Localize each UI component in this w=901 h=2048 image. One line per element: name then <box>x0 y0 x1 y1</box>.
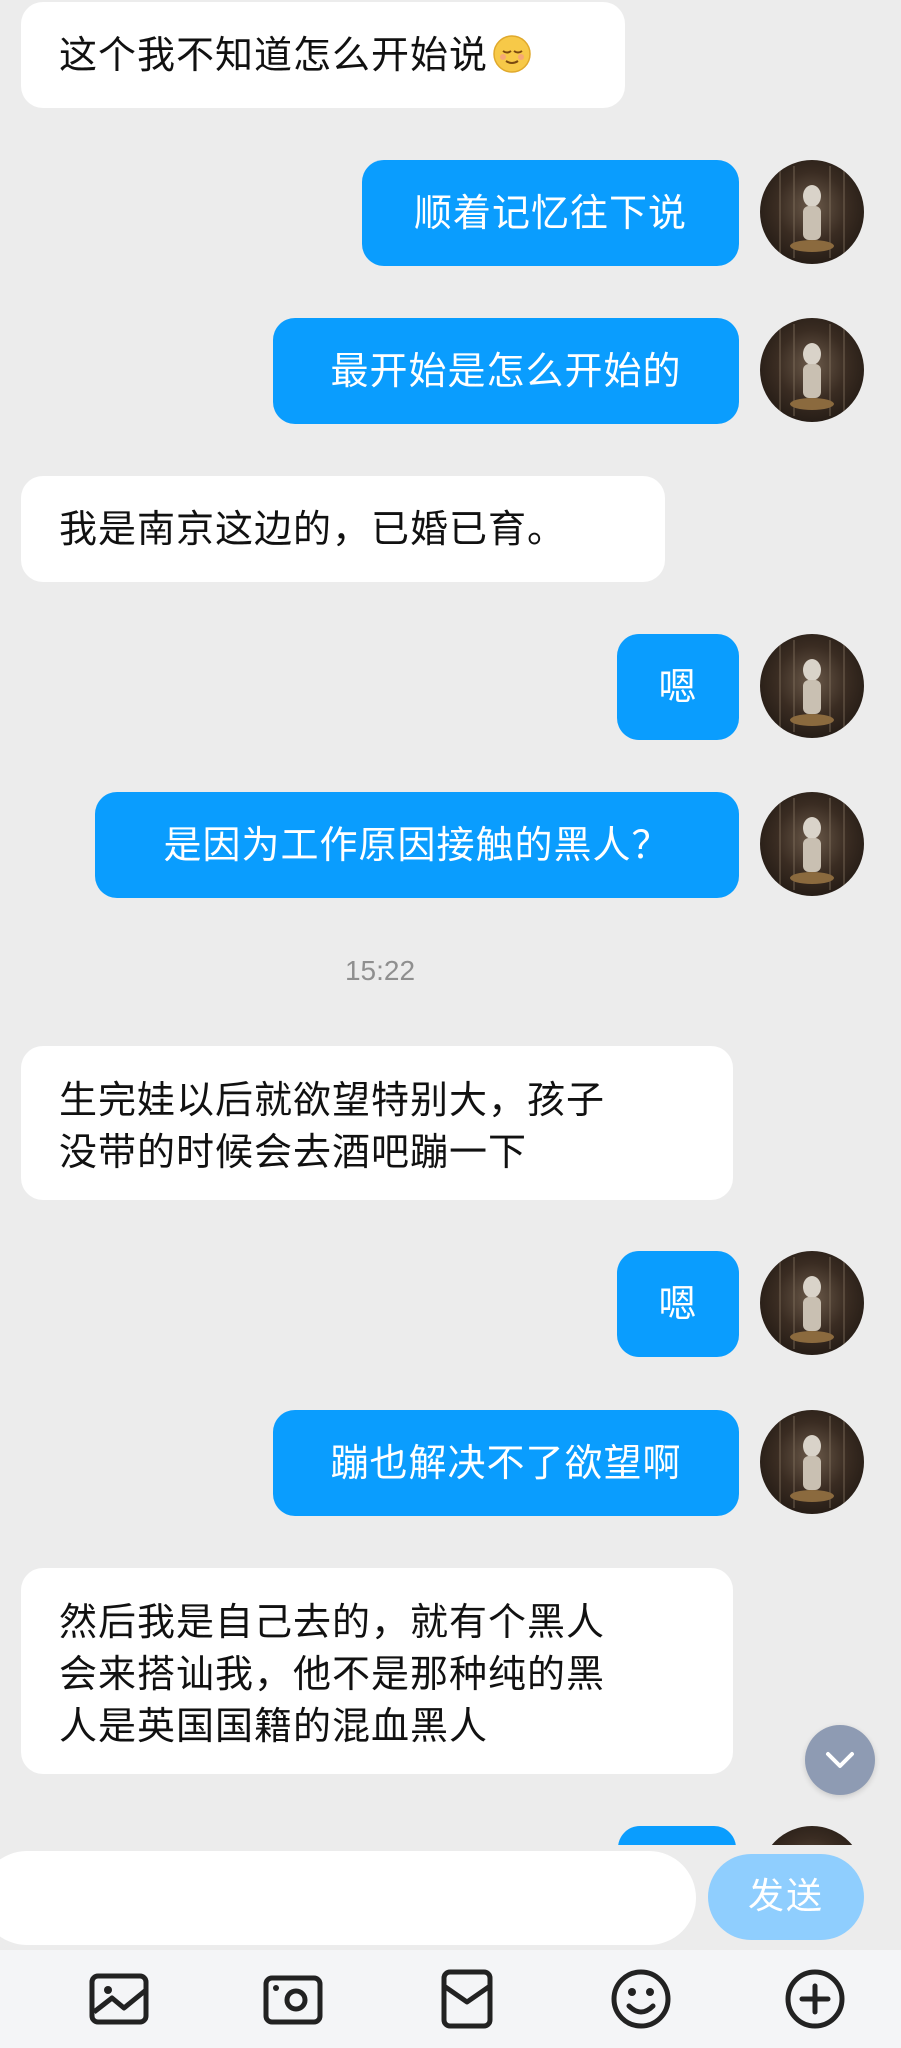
avatar[interactable] <box>760 160 864 264</box>
avatar[interactable] <box>760 792 864 896</box>
message-input[interactable] <box>0 1851 696 1945</box>
message-text: 嗯 <box>658 1282 698 1326</box>
message-line: 然后我是自己去的，就有个黑人 <box>59 1600 606 1644</box>
message-text: 是因为工作原因接触的黑人？ <box>163 823 671 867</box>
bottom-toolbar <box>0 1950 901 2048</box>
outgoing-message[interactable]: 嗯 <box>617 634 739 740</box>
chat-screen: 这个我不知道怎么开始说 顺着记忆往下说 最开始是怎么开始的 我是南京这边的，已婚… <box>0 0 901 2048</box>
incoming-message[interactable]: 生完娃以后就欲望特别大，孩子 没带的时候会去酒吧蹦一下 <box>21 1046 733 1200</box>
relieved-face-emoji-icon <box>492 8 532 73</box>
avatar[interactable] <box>760 1251 864 1355</box>
incoming-message[interactable]: 我是南京这边的，已婚已育。 <box>21 476 665 582</box>
message-text: 我是南京这边的，已婚已育。 <box>59 507 567 551</box>
message-text: 最开始是怎么开始的 <box>330 349 682 393</box>
outgoing-message[interactable]: 蹦也解决不了欲望啊 <box>273 1410 739 1516</box>
message-line: 没带的时候会去酒吧蹦一下 <box>59 1130 528 1174</box>
emoji-icon[interactable] <box>606 1964 676 2034</box>
avatar[interactable] <box>760 1410 864 1514</box>
outgoing-message-partial[interactable] <box>618 1826 736 1845</box>
scroll-to-bottom-button[interactable] <box>805 1725 875 1795</box>
image-icon[interactable] <box>84 1964 154 2034</box>
message-text: 嗯 <box>658 665 698 709</box>
outgoing-message[interactable]: 是因为工作原因接触的黑人？ <box>95 792 739 898</box>
input-bar: 发送 <box>0 1845 901 1950</box>
message-line: 人是英国国籍的混血黑人 <box>59 1704 489 1748</box>
camera-icon[interactable] <box>258 1964 328 2034</box>
chevron-down-icon <box>826 1752 854 1768</box>
avatar[interactable] <box>760 318 864 422</box>
incoming-message[interactable]: 这个我不知道怎么开始说 <box>21 2 625 108</box>
message-text: 这个我不知道怎么开始说 <box>59 33 489 77</box>
red-packet-icon[interactable] <box>432 1964 502 2034</box>
message-text: 顺着记忆往下说 <box>413 191 687 235</box>
avatar-partial[interactable] <box>760 1826 864 1845</box>
message-timestamp: 15:22 <box>344 955 416 986</box>
send-button[interactable]: 发送 <box>708 1854 864 1940</box>
plus-icon[interactable] <box>780 1964 850 2034</box>
avatar[interactable] <box>760 634 864 738</box>
message-line: 会来搭讪我，他不是那种纯的黑 <box>59 1652 606 1696</box>
message-list[interactable]: 这个我不知道怎么开始说 顺着记忆往下说 最开始是怎么开始的 我是南京这边的，已婚… <box>0 0 901 1845</box>
message-text: 蹦也解决不了欲望啊 <box>330 1441 682 1485</box>
outgoing-message[interactable]: 最开始是怎么开始的 <box>273 318 739 424</box>
outgoing-message[interactable]: 顺着记忆往下说 <box>362 160 739 266</box>
incoming-message[interactable]: 然后我是自己去的，就有个黑人 会来搭讪我，他不是那种纯的黑 人是英国国籍的混血黑… <box>21 1568 733 1774</box>
message-line: 生完娃以后就欲望特别大，孩子 <box>59 1078 606 1122</box>
outgoing-message[interactable]: 嗯 <box>617 1251 739 1357</box>
